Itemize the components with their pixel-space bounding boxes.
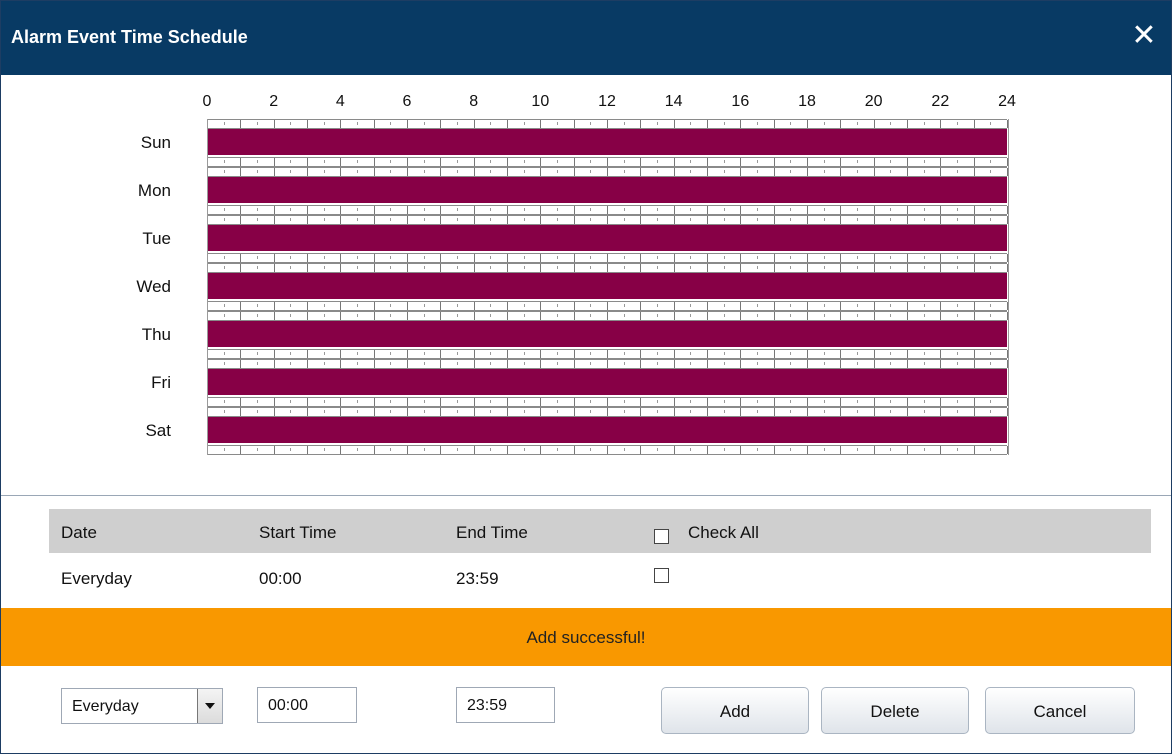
- schedule-row[interactable]: [203, 119, 1009, 167]
- hour-tick-label: 24: [998, 93, 1016, 110]
- alarm-schedule-dialog: Alarm Event Time Schedule ✕ 0 2 4 6 8 10 12 14 1…: [0, 0, 1172, 754]
- day-select[interactable]: Everyday: [61, 688, 223, 724]
- day-select-value: Everyday: [72, 698, 139, 715]
- row-boundary: [207, 407, 1009, 455]
- schedule-row[interactable]: [203, 263, 1009, 311]
- schedule-table-header: Date Start Time End Time Check All: [49, 509, 1151, 553]
- day-label: Tue: [142, 229, 171, 248]
- chevron-down-icon[interactable]: [197, 689, 222, 723]
- table-row[interactable]: Everyday 00:00 23:59: [49, 555, 1151, 599]
- start-time-input[interactable]: 00:00: [257, 687, 357, 723]
- delete-button[interactable]: Delete: [821, 687, 969, 734]
- end-time-cell: 23:59: [456, 569, 499, 588]
- row-boundary: [207, 215, 1009, 263]
- date-cell: Everyday: [61, 569, 132, 588]
- hour-tick-label: 8: [469, 93, 479, 110]
- hour-tick-label: 14: [664, 93, 683, 110]
- row-boundary: [207, 359, 1009, 407]
- row-boundary: [207, 119, 1009, 167]
- cancel-button[interactable]: Cancel: [985, 687, 1135, 734]
- hour-tick-label: 18: [798, 93, 816, 110]
- date-column-header: Date: [61, 523, 97, 542]
- hour-tick-label: 20: [864, 93, 883, 110]
- schedule-row[interactable]: [203, 311, 1009, 359]
- day-label: Sat: [145, 421, 171, 440]
- start-time-value: 00:00: [268, 697, 309, 714]
- schedule-row[interactable]: [203, 407, 1009, 455]
- success-message-bar: Add successful!: [1, 608, 1171, 666]
- end-time-value: 23:59: [467, 697, 508, 714]
- hour-tick-label: 16: [731, 93, 750, 110]
- title-bar: Alarm Event Time Schedule ✕: [1, 1, 1171, 75]
- schedule-row[interactable]: [203, 359, 1009, 407]
- hour-tick-label: 10: [531, 93, 550, 110]
- dialog-title: Alarm Event Time Schedule: [11, 27, 248, 47]
- day-label: Sun: [140, 133, 171, 152]
- hour-tick-label: 12: [598, 93, 616, 110]
- schedule-row[interactable]: [203, 167, 1009, 215]
- hour-tick-label: 0: [202, 93, 212, 110]
- hour-tick-label: 6: [402, 93, 412, 110]
- success-message: Add successful!: [526, 628, 646, 647]
- day-label: Thu: [141, 325, 171, 344]
- hour-axis: 0 2 4 6 8 10 12 14 16 18 20 22 24: [1, 93, 1171, 117]
- add-button[interactable]: Add: [661, 687, 809, 734]
- check-all-checkbox[interactable]: [654, 529, 669, 544]
- hour-tick-label: 4: [335, 93, 345, 110]
- hour-tick-label: 22: [931, 93, 950, 110]
- start-time-cell: 00:00: [259, 569, 302, 588]
- end-time-input[interactable]: 23:59: [456, 687, 555, 723]
- day-label: Wed: [136, 277, 171, 296]
- weekly-schedule-grid[interactable]: [203, 119, 1009, 455]
- close-icon[interactable]: ✕: [1127, 19, 1161, 53]
- end-time-column-header: End Time: [456, 523, 528, 542]
- schedule-row[interactable]: [203, 215, 1009, 263]
- section-divider: [1, 495, 1171, 496]
- check-all-label: Check All: [688, 523, 759, 542]
- start-time-column-header: Start Time: [259, 523, 337, 542]
- hour-tick-label: 2: [269, 93, 279, 110]
- row-boundary: [207, 311, 1009, 359]
- day-label: Fri: [151, 373, 171, 392]
- row-boundary: [207, 263, 1009, 311]
- row-checkbox[interactable]: [654, 568, 669, 583]
- row-boundary: [207, 167, 1009, 215]
- day-label: Mon: [137, 181, 171, 200]
